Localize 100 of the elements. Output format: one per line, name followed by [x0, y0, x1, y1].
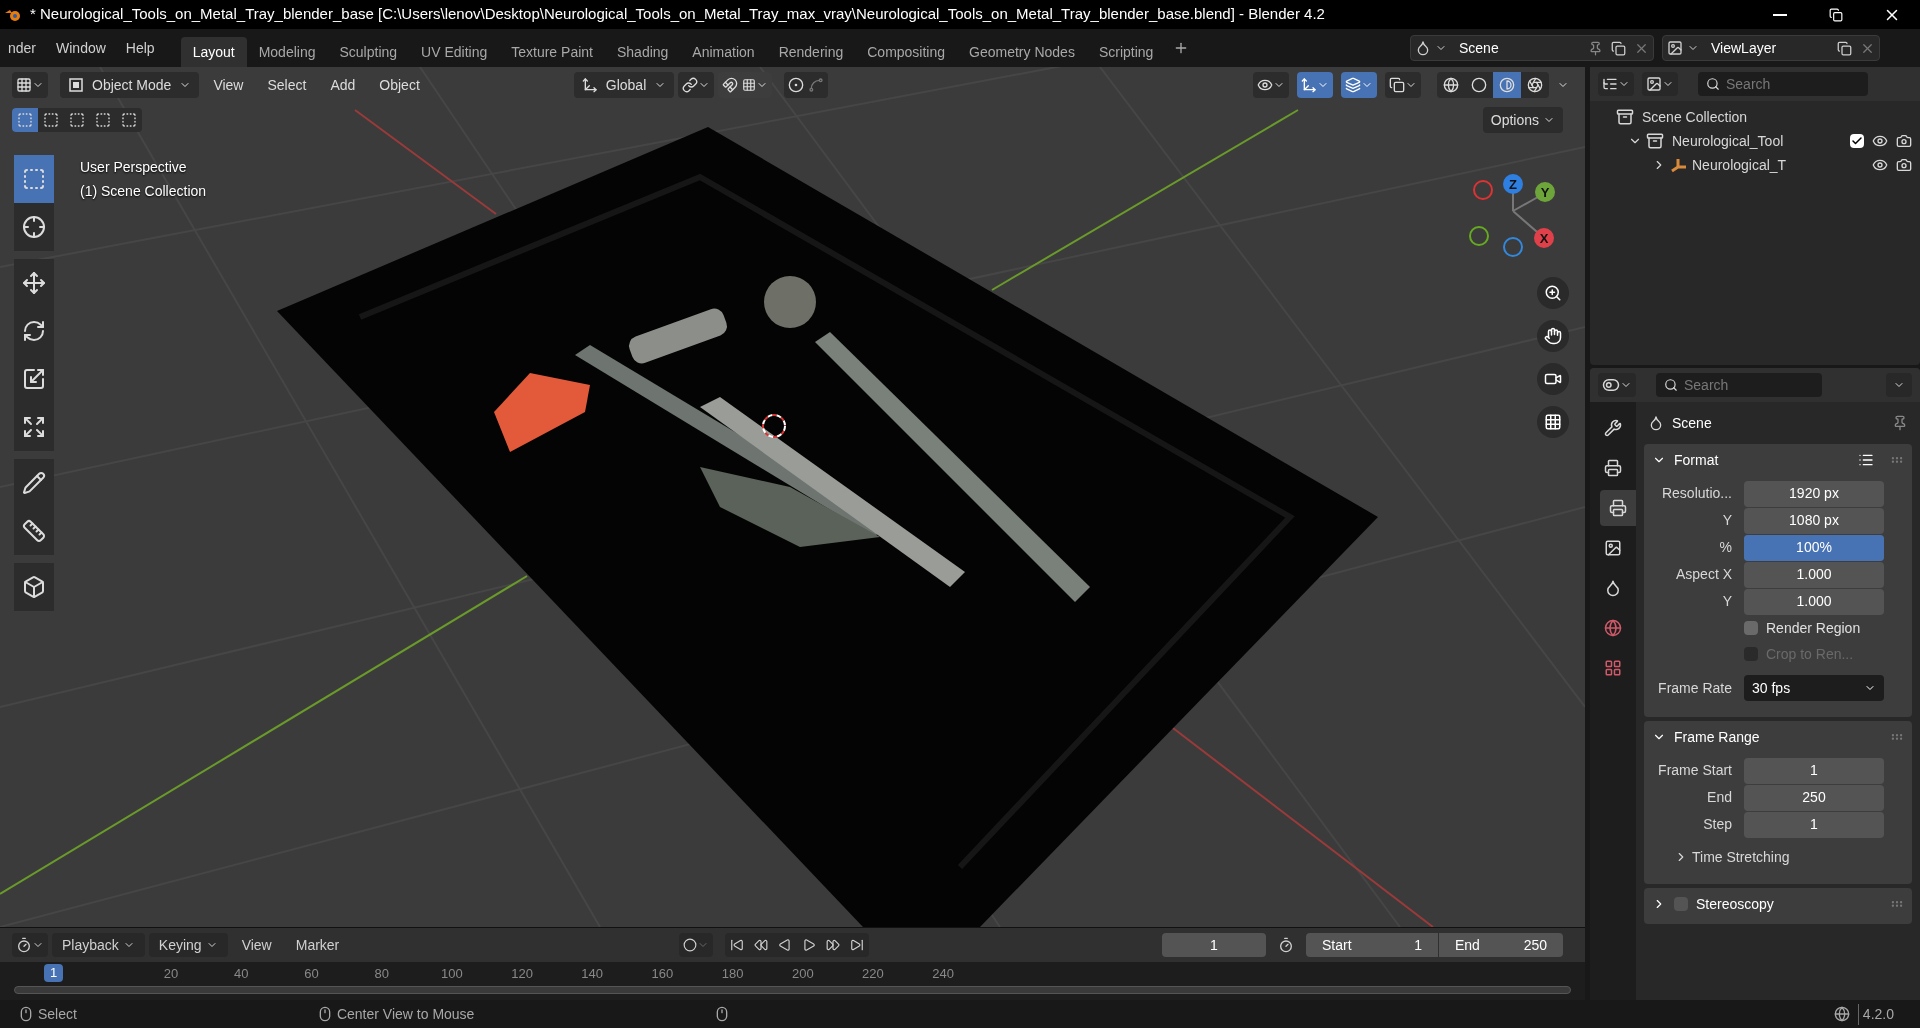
menu-item[interactable]: Window: [46, 33, 116, 63]
rewind-icon: [754, 938, 769, 952]
proportional-button[interactable]: [784, 72, 829, 98]
workspace-tab[interactable]: Modeling: [246, 37, 328, 67]
overlay-toggle[interactable]: [1341, 72, 1377, 98]
editor-type-button[interactable]: [12, 72, 48, 98]
timeline-menu[interactable]: Playback: [52, 933, 145, 957]
timeline-scrollbar[interactable]: [14, 986, 1571, 994]
outliner-item[interactable]: Scene Collection: [1642, 106, 1748, 128]
mode-dropdown[interactable]: Object Mode: [60, 72, 200, 98]
options-dropdown[interactable]: [1886, 373, 1912, 397]
orientation-dropdown[interactable]: Global: [573, 72, 675, 98]
workspace-tab[interactable]: Layout: [180, 37, 247, 67]
workspace-tab[interactable]: UV Editing: [409, 37, 500, 67]
axis-handle[interactable]: [1535, 182, 1555, 202]
scene-selector[interactable]: Scene: [1410, 35, 1654, 61]
pivot-dropdown[interactable]: [678, 72, 715, 98]
search-field[interactable]: Search: [1656, 373, 1822, 397]
render-camera-icon[interactable]: [1896, 133, 1912, 149]
tool-button[interactable]: [14, 203, 54, 251]
workspace-tab[interactable]: Texture Paint: [499, 37, 605, 67]
axis-handle[interactable]: [1503, 237, 1523, 257]
search-icon: [1664, 378, 1678, 392]
move-icon: [22, 271, 46, 295]
slider-field[interactable]: 100%: [1744, 534, 1884, 561]
tool-button[interactable]: [14, 403, 54, 451]
tool-button[interactable]: [14, 507, 54, 555]
gizmo-toggle[interactable]: [1297, 72, 1333, 98]
number-field[interactable]: 1.000: [1744, 588, 1884, 615]
axis-handle[interactable]: [1469, 226, 1489, 246]
header-menu[interactable]: Select: [257, 72, 317, 98]
editor-type-button[interactable]: [12, 933, 48, 957]
workspace-tab[interactable]: Geometry Nodes: [957, 37, 1087, 67]
tool-button[interactable]: [14, 459, 54, 507]
workspace-tab[interactable]: Compositing: [855, 37, 958, 67]
property-label: Frame Start: [1657, 761, 1733, 780]
number-field[interactable]: 1920 px: [1744, 480, 1884, 507]
check-icon: [1851, 135, 1863, 147]
options-button[interactable]: Options: [1482, 107, 1563, 133]
axis-handle[interactable]: [1503, 174, 1523, 194]
auto-key-button[interactable]: [679, 933, 714, 957]
timeline-menu[interactable]: View: [231, 933, 282, 957]
workspace-tab[interactable]: Shading: [604, 37, 681, 67]
frame-tick-label: 160: [650, 965, 675, 983]
visibility-icon[interactable]: [1872, 133, 1888, 149]
half-circle-icon: [1499, 77, 1515, 93]
tool-button[interactable]: [14, 259, 54, 307]
axis-handle[interactable]: [1473, 180, 1493, 200]
axis-handle[interactable]: [1534, 228, 1554, 248]
workspace-tab[interactable]: Sculpting: [327, 37, 410, 67]
header-menu[interactable]: Add: [320, 72, 366, 98]
view-layer-selector[interactable]: ViewLayer: [1662, 35, 1880, 61]
properties-tab[interactable]: [1600, 490, 1636, 526]
version-label: 4.2.0: [1857, 1003, 1894, 1025]
xray-toggle[interactable]: [1385, 72, 1421, 98]
editor-type-button[interactable]: [1598, 373, 1636, 397]
panel-header[interactable]: Frame Range: [1644, 721, 1912, 753]
current-frame-field[interactable]: 1: [1162, 933, 1266, 957]
start-frame-field[interactable]: Start 1: [1306, 933, 1438, 957]
tool-button[interactable]: [14, 563, 54, 611]
visibility-icon[interactable]: [1872, 157, 1888, 173]
property-label: End: [1706, 788, 1733, 807]
panel-header[interactable]: Format: [1644, 444, 1912, 476]
exclude-checkbox[interactable]: [1850, 134, 1864, 148]
menu-item[interactable]: Help: [115, 33, 165, 63]
number-field[interactable]: 1: [1744, 757, 1884, 784]
frame-rate-dropdown[interactable]: 30 fps: [1744, 675, 1884, 701]
menu-item[interactable]: nder: [0, 33, 47, 63]
copy-icon: [1611, 40, 1626, 56]
header-menu[interactable]: View: [203, 72, 254, 98]
outliner-item[interactable]: Neurological_T: [1692, 154, 1787, 176]
number-field[interactable]: 1: [1744, 811, 1884, 838]
circle-icon: [683, 938, 698, 952]
current-frame-marker[interactable]: 1: [44, 964, 64, 982]
status-hint: Center View to Mouse: [336, 1004, 475, 1024]
visibility-toggle[interactable]: [1253, 72, 1289, 98]
workspace-tab[interactable]: Scripting: [1086, 37, 1166, 67]
circle-icon: [1471, 77, 1487, 93]
outliner-item[interactable]: Neurological_Tool: [1672, 130, 1784, 152]
select-mode-button[interactable]: [12, 108, 38, 132]
filter-button[interactable]: [1642, 72, 1678, 96]
workspace-tab[interactable]: Rendering: [766, 37, 856, 67]
timeline-menu[interactable]: Marker: [285, 933, 350, 957]
panel-header[interactable]: Stereoscopy: [1644, 888, 1912, 920]
header-menu[interactable]: Object: [369, 72, 430, 98]
number-field[interactable]: 1080 px: [1744, 507, 1884, 534]
workspace-tab[interactable]: Animation: [680, 37, 767, 67]
number-field[interactable]: 1.000: [1744, 561, 1884, 588]
subpanel-header[interactable]: Time Stretching: [1644, 842, 1912, 872]
checkbox[interactable]: [1744, 621, 1758, 635]
number-field[interactable]: 250: [1744, 784, 1884, 811]
search-field[interactable]: Search: [1698, 72, 1868, 96]
axes-icon: [1301, 77, 1317, 93]
render-camera-icon[interactable]: [1896, 157, 1912, 173]
end-frame-field[interactable]: End 250: [1439, 933, 1563, 957]
display-mode-button[interactable]: [1598, 72, 1634, 96]
grid-icon: [1544, 413, 1562, 431]
frame-tick-label: 40: [233, 965, 250, 983]
timeline-menu[interactable]: Keying: [148, 933, 228, 957]
half-circle-button[interactable]: [1493, 72, 1521, 98]
